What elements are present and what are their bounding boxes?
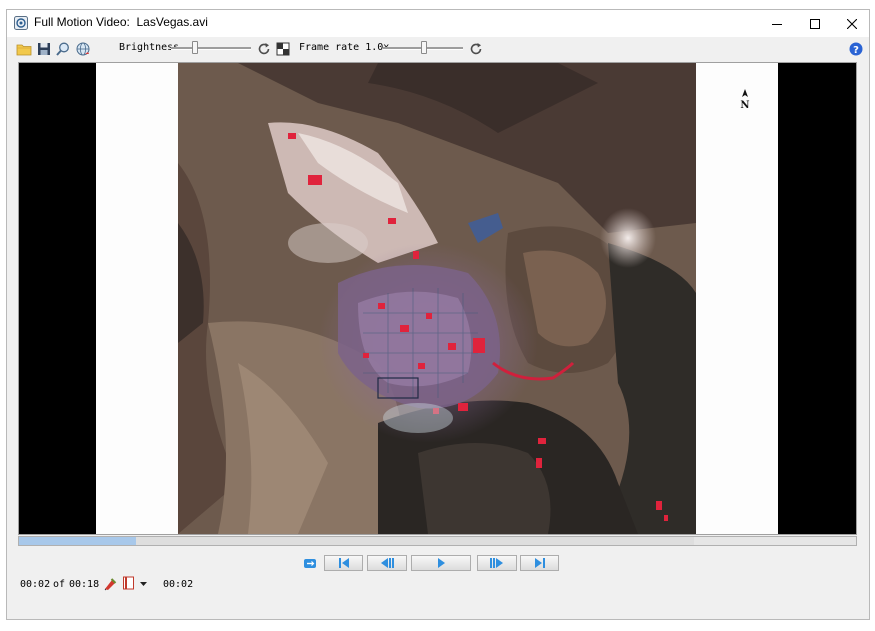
- save-icon[interactable]: [36, 41, 52, 57]
- first-frame-icon: [338, 558, 349, 568]
- contrast-icon[interactable]: [275, 41, 291, 57]
- last-frame-icon: [534, 558, 545, 568]
- bookmark-dropdown[interactable]: [122, 576, 150, 591]
- brightness-slider[interactable]: [171, 41, 251, 55]
- play-icon: [438, 558, 445, 568]
- frame-rate-thumb[interactable]: [421, 41, 427, 54]
- step-forward-icon: [490, 558, 503, 568]
- last-frame-button[interactable]: [520, 555, 559, 571]
- close-button[interactable]: [833, 10, 871, 37]
- maximize-icon: [810, 18, 820, 29]
- open-folder-icon[interactable]: [16, 41, 32, 57]
- fmv-window: Full Motion Video: LasVegas.avi Brightne…: [6, 9, 870, 620]
- brightness-thumb[interactable]: [192, 41, 198, 54]
- maximize-button[interactable]: [796, 10, 834, 37]
- title-bar[interactable]: Full Motion Video: LasVegas.avi: [7, 10, 869, 37]
- time-of-label: of: [53, 579, 66, 590]
- north-arrow-icon: N: [740, 89, 750, 109]
- video-padding-right: [696, 63, 778, 534]
- close-icon: [847, 18, 857, 29]
- minimize-icon: [772, 23, 782, 25]
- play-button[interactable]: [411, 555, 471, 571]
- video-viewport[interactable]: N: [18, 62, 857, 535]
- loop-icon: [304, 559, 316, 568]
- total-time: 00:18: [69, 579, 100, 590]
- bookmark-icon: [123, 576, 134, 590]
- north-label: N: [740, 100, 749, 109]
- loop-button[interactable]: [303, 556, 317, 570]
- toolbar: Brightness Frame rate 1.0x ?: [7, 38, 869, 60]
- svg-text:?: ?: [853, 45, 859, 56]
- marker-time: 00:02: [163, 579, 194, 590]
- video-frame-satellite-image: [178, 63, 696, 534]
- help-icon[interactable]: ?: [848, 41, 864, 57]
- window-title: Full Motion Video: LasVegas.avi: [34, 15, 208, 29]
- frame-rate-reset-icon[interactable]: [468, 41, 484, 57]
- zoom-icon[interactable]: [55, 41, 71, 57]
- globe-icon[interactable]: [75, 41, 91, 57]
- step-forward-button[interactable]: [477, 555, 517, 571]
- minimize-button[interactable]: [758, 10, 796, 37]
- brightness-track: [171, 47, 251, 50]
- step-back-button[interactable]: [367, 555, 407, 571]
- progress-fill: [19, 537, 137, 545]
- frame-rate-label: Frame rate 1.0x: [299, 42, 390, 53]
- current-time: 00:02: [20, 579, 51, 590]
- chevron-down-icon: [140, 582, 147, 586]
- step-back-icon: [381, 558, 394, 568]
- add-marker-icon[interactable]: [103, 577, 117, 591]
- brightness-reset-icon[interactable]: [256, 41, 272, 57]
- app-icon: [14, 16, 28, 30]
- first-frame-button[interactable]: [324, 555, 363, 571]
- playback-progress-bar[interactable]: [18, 536, 857, 546]
- video-padding-left: [96, 63, 178, 534]
- frame-rate-slider[interactable]: [383, 41, 463, 55]
